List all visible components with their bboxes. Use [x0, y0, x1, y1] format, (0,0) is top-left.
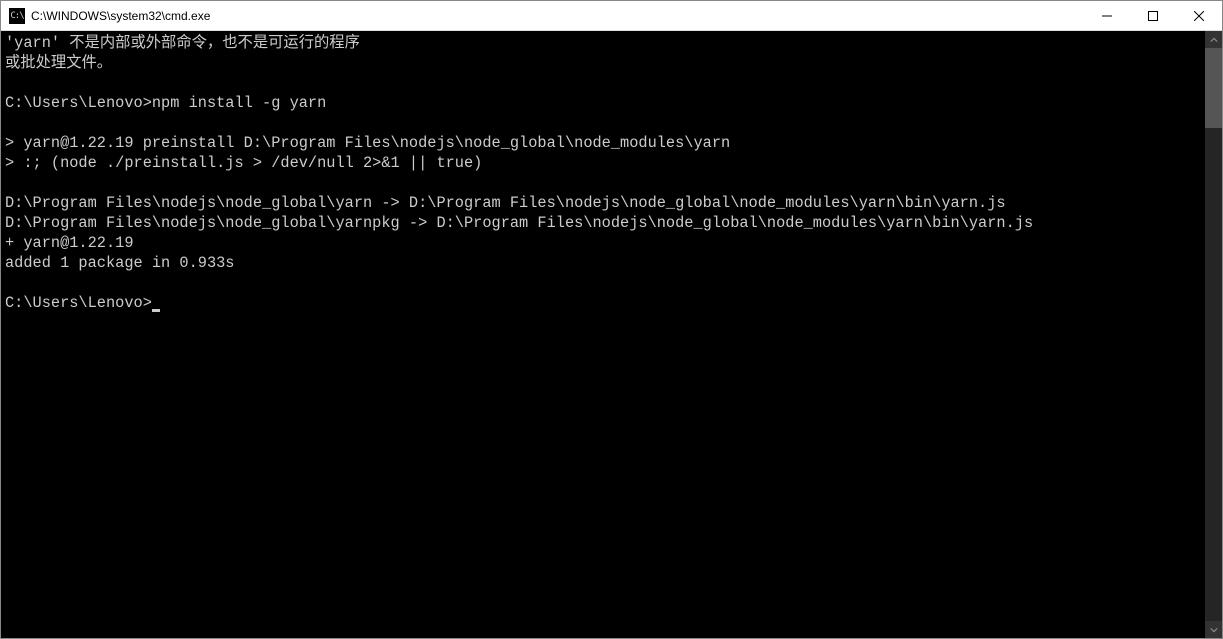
scrollbar[interactable]	[1205, 31, 1222, 638]
close-icon	[1194, 11, 1204, 21]
window-controls	[1084, 1, 1222, 30]
maximize-button[interactable]	[1130, 1, 1176, 30]
terminal-line	[5, 273, 1201, 293]
close-button[interactable]	[1176, 1, 1222, 30]
terminal-line: D:\Program Files\nodejs\node_global\yarn…	[5, 193, 1201, 213]
terminal-cursor	[152, 309, 160, 312]
terminal-prompt-line: C:\Users\Lenovo>	[5, 293, 1201, 313]
terminal-line: added 1 package in 0.933s	[5, 253, 1201, 273]
maximize-icon	[1148, 11, 1158, 21]
terminal-line	[5, 113, 1201, 133]
terminal-line: 或批处理文件。	[5, 53, 1201, 73]
terminal-line: 'yarn' 不是内部或外部命令，也不是可运行的程序	[5, 33, 1201, 53]
chevron-down-icon	[1210, 626, 1218, 634]
terminal-prompt: C:\Users\Lenovo>	[5, 294, 152, 312]
terminal-container: 'yarn' 不是内部或外部命令，也不是可运行的程序或批处理文件。 C:\Use…	[1, 31, 1222, 638]
minimize-button[interactable]	[1084, 1, 1130, 30]
terminal-line: + yarn@1.22.19	[5, 233, 1201, 253]
terminal-line	[5, 73, 1201, 93]
minimize-icon	[1102, 11, 1112, 21]
cmd-icon: C:\	[9, 8, 25, 24]
window-titlebar[interactable]: C:\ C:\WINDOWS\system32\cmd.exe	[1, 1, 1222, 31]
window-title: C:\WINDOWS\system32\cmd.exe	[31, 9, 1084, 23]
terminal-line: C:\Users\Lenovo>npm install -g yarn	[5, 93, 1201, 113]
terminal-line	[5, 173, 1201, 193]
scroll-thumb[interactable]	[1205, 48, 1222, 128]
terminal-line: > yarn@1.22.19 preinstall D:\Program Fil…	[5, 133, 1201, 153]
terminal-line: D:\Program Files\nodejs\node_global\yarn…	[5, 213, 1201, 233]
scroll-down-button[interactable]	[1205, 621, 1222, 638]
terminal-line: > :; (node ./preinstall.js > /dev/null 2…	[5, 153, 1201, 173]
scroll-up-button[interactable]	[1205, 31, 1222, 48]
terminal-output[interactable]: 'yarn' 不是内部或外部命令，也不是可运行的程序或批处理文件。 C:\Use…	[1, 31, 1205, 638]
chevron-up-icon	[1210, 36, 1218, 44]
